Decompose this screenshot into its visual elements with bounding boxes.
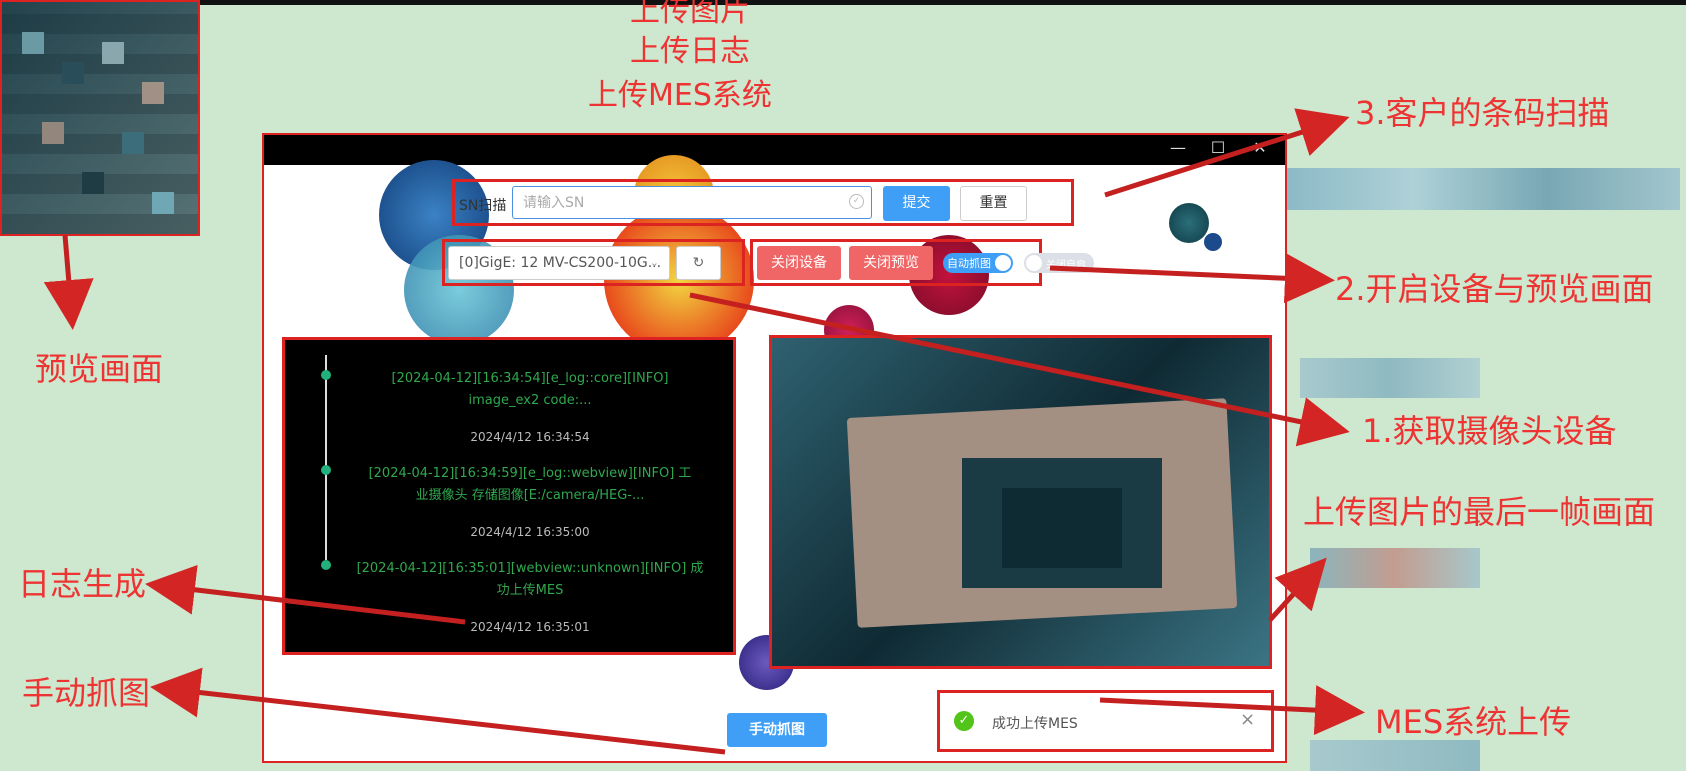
annotation-arrows: [43, 108, 1365, 755]
arrow-camera: [689, 292, 1350, 447]
arrow-manual: [150, 667, 726, 755]
arrow-mes: [1099, 685, 1365, 736]
arrow-last-frame: [1268, 557, 1327, 622]
arrow-preview: [43, 234, 94, 330]
arrow-device: [1049, 253, 1335, 304]
arrow-barcode: [1104, 108, 1350, 198]
arrow-log: [145, 564, 466, 625]
